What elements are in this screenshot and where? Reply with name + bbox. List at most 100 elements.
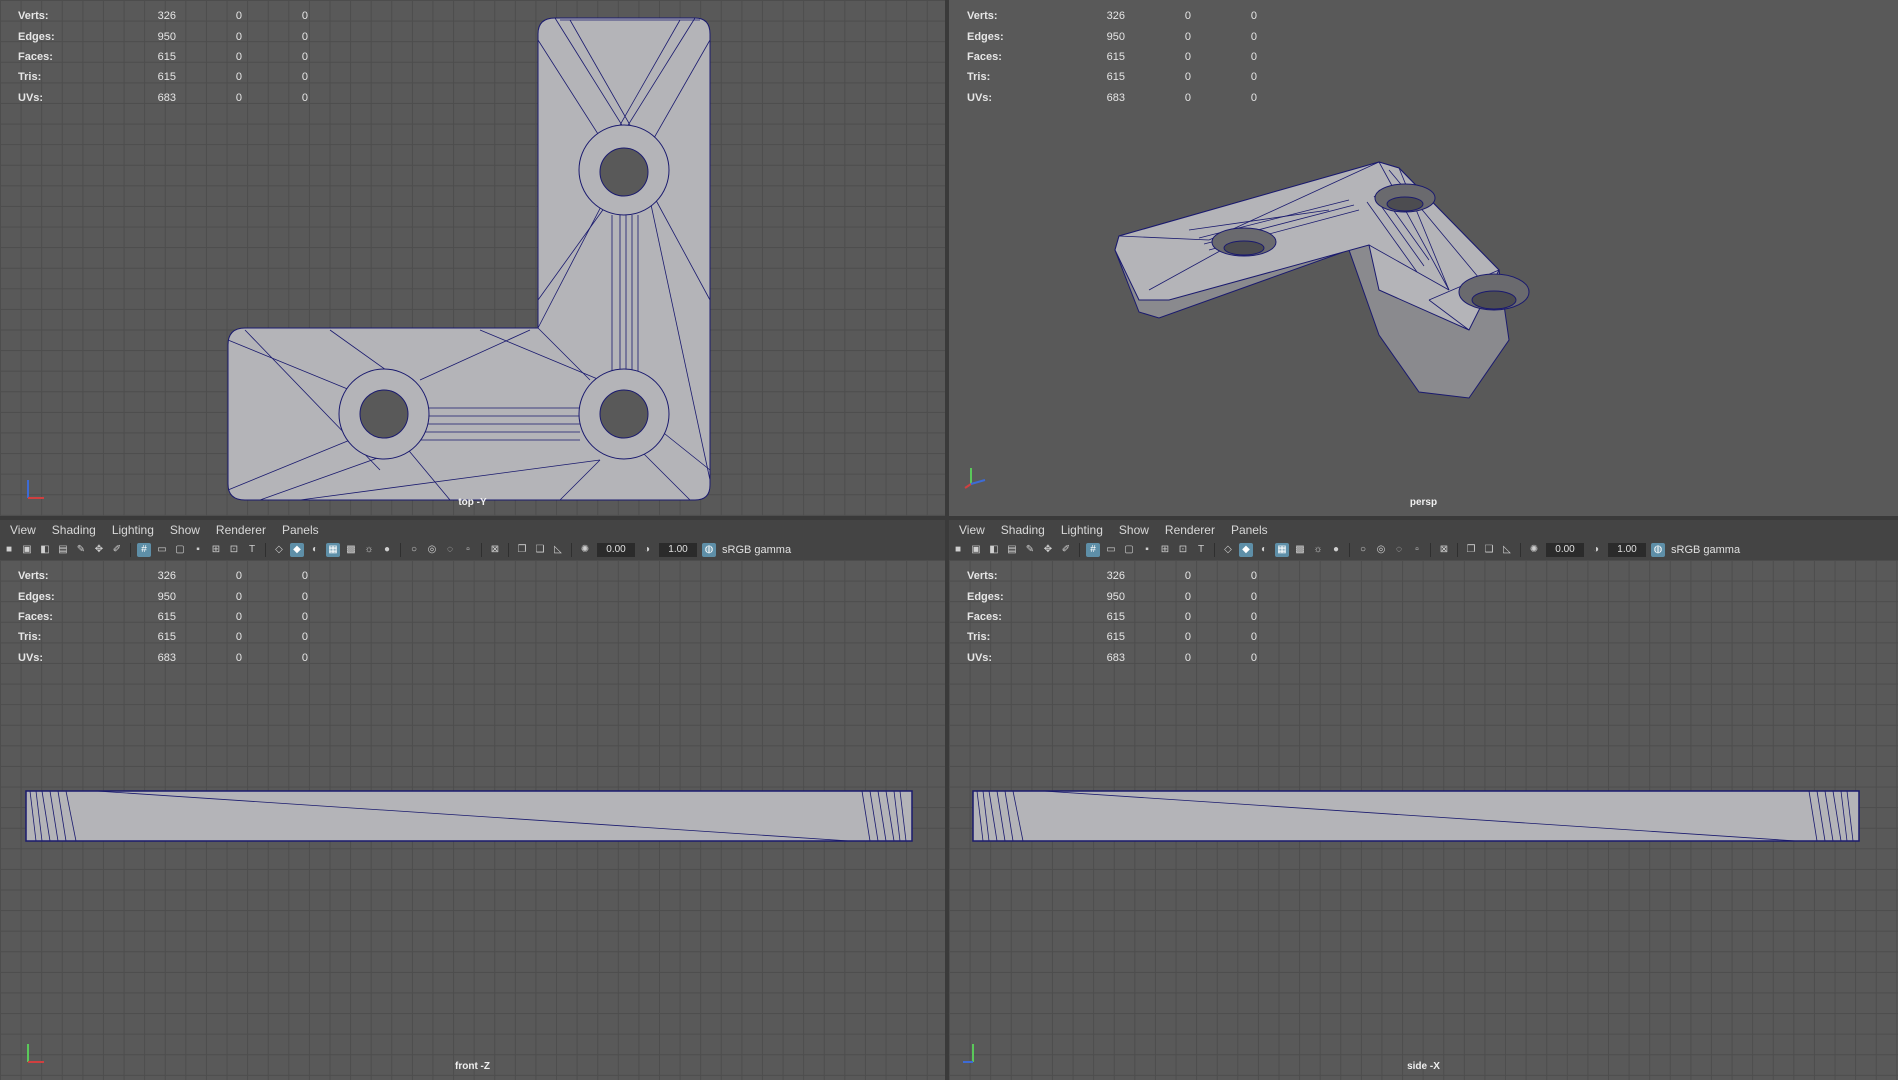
image-plane-icon[interactable]: ▤ <box>56 543 70 557</box>
smooth-shade-icon[interactable]: ◆ <box>290 543 304 557</box>
default-material-icon[interactable]: ◐ <box>308 543 322 557</box>
camera-icon[interactable]: ■ <box>951 543 965 557</box>
viewport-persp[interactable]: Verts: 326 0 0 Edges: 950 0 0 Faces: 615 0 0 Tris… <box>949 0 1898 516</box>
mesh-side-view[interactable] <box>949 560 1898 1080</box>
pencil-icon[interactable]: ✎ <box>1023 543 1037 557</box>
textured-icon[interactable]: ▩ <box>1293 543 1307 557</box>
panel-toolbar-front: ■ ▣ ◧ ▤ ✎ ✥ ✐ # ▭ ▢ ▪ ⊞ ⊡ T ◇ ◆ ◐ ▦ ▩ ☼ … <box>0 540 945 560</box>
bookmark-icon[interactable]: ◧ <box>38 543 52 557</box>
xray-joints-icon[interactable]: ❑ <box>533 543 547 557</box>
transform-icon[interactable]: ✥ <box>1041 543 1055 557</box>
axis-indicator-icon <box>961 460 991 490</box>
viewport-front[interactable]: Verts: 326 0 0 Edges: 950 0 0 Faces: 615 0 0 Tris… <box>0 560 945 1080</box>
resolution-gate-icon[interactable]: ▢ <box>173 543 187 557</box>
brush-icon[interactable]: ✐ <box>110 543 124 557</box>
wireframe-on-shaded-icon[interactable]: ▦ <box>1275 543 1289 557</box>
pencil-icon[interactable]: ✎ <box>74 543 88 557</box>
color-space-label[interactable]: sRGB gamma <box>1671 544 1740 556</box>
exposure-field[interactable]: 0.00 <box>597 543 635 557</box>
anti-aliasing-icon[interactable]: ◌ <box>1392 543 1406 557</box>
gamma-icon[interactable]: ◑ <box>1589 543 1603 557</box>
shadows-icon[interactable]: ● <box>1329 543 1343 557</box>
menu-view[interactable]: View <box>959 523 985 537</box>
menu-renderer[interactable]: Renderer <box>1165 523 1215 537</box>
field-chart-icon[interactable]: ⊞ <box>209 543 223 557</box>
grid-icon[interactable]: # <box>1086 543 1100 557</box>
gamma-field[interactable]: 1.00 <box>1608 543 1646 557</box>
color-space-label[interactable]: sRGB gamma <box>722 544 791 556</box>
panel-menubar-side: View Shading Lighting Show Renderer Pane… <box>949 520 1898 540</box>
viewport-side[interactable]: Verts: 326 0 0 Edges: 950 0 0 Faces: 615 0 0 Tris… <box>949 560 1898 1080</box>
default-material-icon[interactable]: ◐ <box>1257 543 1271 557</box>
menu-panels[interactable]: Panels <box>282 523 319 537</box>
film-gate-icon[interactable]: ▭ <box>1104 543 1118 557</box>
menu-shading[interactable]: Shading <box>52 523 96 537</box>
film-gate-icon[interactable]: ▭ <box>155 543 169 557</box>
depth-of-field-icon[interactable]: ▫ <box>461 543 475 557</box>
menu-lighting[interactable]: Lighting <box>1061 523 1103 537</box>
bookmark-icon[interactable]: ◧ <box>987 543 1001 557</box>
transform-icon[interactable]: ✥ <box>92 543 106 557</box>
camera-icon[interactable]: ■ <box>2 543 16 557</box>
panel-divider-horizontal[interactable] <box>0 516 1898 520</box>
wireframe-icon[interactable]: ◇ <box>272 543 286 557</box>
mesh-persp-view[interactable] <box>949 0 1898 516</box>
depth-of-field-icon[interactable]: ▫ <box>1410 543 1424 557</box>
menu-renderer[interactable]: Renderer <box>216 523 266 537</box>
mesh-top-view[interactable] <box>0 0 945 516</box>
mesh-front-view[interactable] <box>0 560 945 1080</box>
camera-label: front -Z <box>455 1061 490 1072</box>
safe-action-icon[interactable]: ⊡ <box>1176 543 1190 557</box>
color-management-icon[interactable]: ◍ <box>702 543 716 557</box>
light-icon[interactable]: ☼ <box>362 543 376 557</box>
exposure-icon[interactable]: ✺ <box>1527 543 1541 557</box>
safe-action-icon[interactable]: ⊡ <box>227 543 241 557</box>
gate-mask-icon[interactable]: ▪ <box>1140 543 1154 557</box>
camera-label: side -X <box>1407 1061 1440 1072</box>
ambient-occlusion-icon[interactable]: ○ <box>1356 543 1370 557</box>
motion-blur-icon[interactable]: ◎ <box>425 543 439 557</box>
xray-icon[interactable]: ❐ <box>515 543 529 557</box>
ambient-occlusion-icon[interactable]: ○ <box>407 543 421 557</box>
menu-shading[interactable]: Shading <box>1001 523 1045 537</box>
camera-attributes-icon[interactable]: ▣ <box>969 543 983 557</box>
textured-icon[interactable]: ▩ <box>344 543 358 557</box>
gate-mask-icon[interactable]: ▪ <box>191 543 205 557</box>
anti-aliasing-icon[interactable]: ◌ <box>443 543 457 557</box>
menu-show[interactable]: Show <box>1119 523 1149 537</box>
panel-toolbar-side: ■ ▣ ◧ ▤ ✎ ✥ ✐ # ▭ ▢ ▪ ⊞ ⊡ T ◇ ◆ ◐ ▦ ▩ ☼ … <box>949 540 1898 560</box>
viewport-top[interactable]: Verts: 326 0 0 Edges: 950 0 0 Faces: 615 0 0 Tris… <box>0 0 945 516</box>
menu-lighting[interactable]: Lighting <box>112 523 154 537</box>
camera-attributes-icon[interactable]: ▣ <box>20 543 34 557</box>
wireframe-icon[interactable]: ◇ <box>1221 543 1235 557</box>
xray-components-icon[interactable]: ◺ <box>1500 543 1514 557</box>
xray-icon[interactable]: ❐ <box>1464 543 1478 557</box>
gamma-icon[interactable]: ◑ <box>640 543 654 557</box>
grid-icon[interactable]: # <box>137 543 151 557</box>
gamma-field[interactable]: 1.00 <box>659 543 697 557</box>
field-chart-icon[interactable]: ⊞ <box>1158 543 1172 557</box>
image-plane-icon[interactable]: ▤ <box>1005 543 1019 557</box>
shadows-icon[interactable]: ● <box>380 543 394 557</box>
safe-title-icon[interactable]: T <box>245 543 259 557</box>
motion-blur-icon[interactable]: ◎ <box>1374 543 1388 557</box>
panel-divider-vertical[interactable] <box>945 0 949 1080</box>
color-management-icon[interactable]: ◍ <box>1651 543 1665 557</box>
panel-menubar-front: View Shading Lighting Show Renderer Pane… <box>0 520 945 540</box>
camera-label: persp <box>1409 497 1438 508</box>
brush-icon[interactable]: ✐ <box>1059 543 1073 557</box>
xray-joints-icon[interactable]: ❑ <box>1482 543 1496 557</box>
smooth-shade-icon[interactable]: ◆ <box>1239 543 1253 557</box>
exposure-field[interactable]: 0.00 <box>1546 543 1584 557</box>
isolate-icon[interactable]: ⊠ <box>488 543 502 557</box>
resolution-gate-icon[interactable]: ▢ <box>1122 543 1136 557</box>
safe-title-icon[interactable]: T <box>1194 543 1208 557</box>
wireframe-on-shaded-icon[interactable]: ▦ <box>326 543 340 557</box>
isolate-icon[interactable]: ⊠ <box>1437 543 1451 557</box>
xray-components-icon[interactable]: ◺ <box>551 543 565 557</box>
menu-view[interactable]: View <box>10 523 36 537</box>
menu-panels[interactable]: Panels <box>1231 523 1268 537</box>
menu-show[interactable]: Show <box>170 523 200 537</box>
exposure-icon[interactable]: ✺ <box>578 543 592 557</box>
light-icon[interactable]: ☼ <box>1311 543 1325 557</box>
